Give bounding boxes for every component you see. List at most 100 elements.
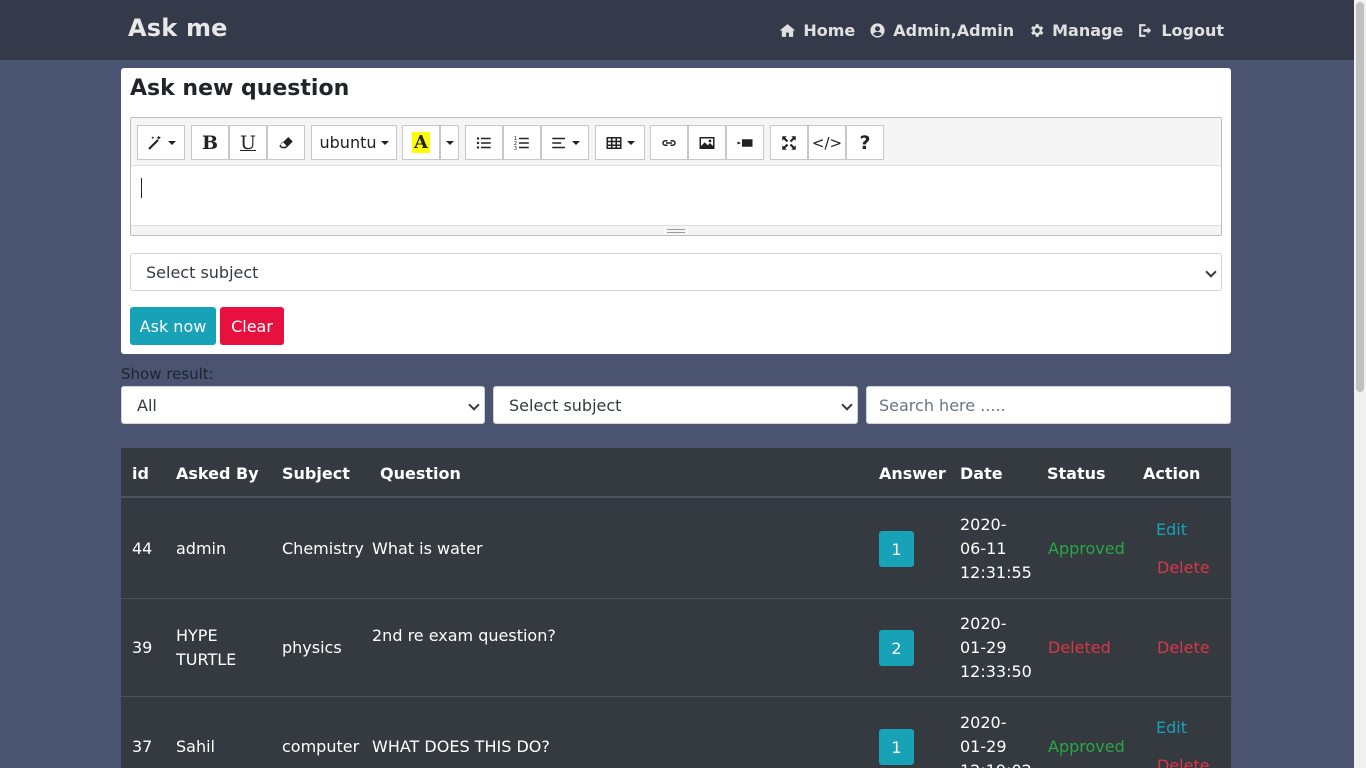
table-header: id Asked By Subject Question Answer Date… xyxy=(121,448,1231,498)
clear-button[interactable]: Clear xyxy=(220,307,284,345)
card-title: Ask new question xyxy=(130,76,350,101)
date-line: 2020- xyxy=(960,614,1007,633)
insert-video-button[interactable] xyxy=(726,125,764,160)
eraser-icon xyxy=(279,136,293,148)
cell-date: 2020- 06-11 12:31:55 xyxy=(960,513,1032,585)
paragraph-align-dropdown[interactable] xyxy=(541,125,589,160)
edit-link[interactable]: Edit xyxy=(1156,716,1187,740)
header-id: id xyxy=(132,464,149,483)
table-icon xyxy=(606,136,622,149)
delete-link[interactable]: Delete xyxy=(1157,636,1210,660)
header-action: Action xyxy=(1143,464,1201,483)
bold-button[interactable]: B xyxy=(191,125,229,160)
highlight-color-button[interactable]: A xyxy=(402,125,440,160)
cell-subject: physics xyxy=(282,638,342,657)
help-icon: ? xyxy=(859,131,871,154)
header-status: Status xyxy=(1047,464,1106,483)
grip-icon xyxy=(667,229,685,233)
questions-table: id Asked By Subject Question Answer Date… xyxy=(121,448,1231,768)
font-name-dropdown[interactable]: ubuntu xyxy=(311,125,397,160)
nav-manage[interactable]: Manage xyxy=(1028,21,1123,40)
status-filter-select[interactable]: All xyxy=(121,386,485,424)
picture-icon xyxy=(699,136,715,149)
text-cursor xyxy=(141,178,142,198)
ask-subject-select-value: Select subject xyxy=(146,262,259,282)
answer-count-badge[interactable]: 1 xyxy=(879,531,914,567)
numbered-list-icon: 123 xyxy=(514,136,529,151)
nav-logout[interactable]: Logout xyxy=(1137,21,1224,40)
code-icon: </> xyxy=(811,133,843,152)
brand-logo[interactable]: Ask me xyxy=(128,14,228,42)
user-circle-icon xyxy=(870,22,885,38)
fullscreen-icon xyxy=(782,135,796,150)
delete-link[interactable]: Delete xyxy=(1157,556,1210,580)
subject-filter-select[interactable]: Select subject xyxy=(493,386,858,424)
chevron-down-icon xyxy=(1205,266,1217,278)
date-line: 06-11 xyxy=(960,539,1007,558)
underline-button[interactable]: U xyxy=(229,125,267,160)
insert-link-button[interactable] xyxy=(650,125,688,160)
ask-subject-select[interactable]: Select subject xyxy=(130,253,1222,291)
underline-icon: U xyxy=(239,131,256,154)
answer-count-badge[interactable]: 2 xyxy=(879,630,914,666)
status-badge: Deleted xyxy=(1048,638,1111,657)
edit-link[interactable]: Edit xyxy=(1156,518,1187,542)
header-question: Question xyxy=(380,464,461,483)
cell-date: 2020- 01-29 12:19:02 xyxy=(960,711,1032,768)
editor-resize-handle[interactable] xyxy=(131,225,1221,235)
cell-subject: computer xyxy=(282,737,360,756)
date-line: 01-29 xyxy=(960,638,1007,657)
delete-link[interactable]: Delete xyxy=(1157,754,1210,768)
asked-by-line: HYPE xyxy=(176,626,218,645)
logout-icon xyxy=(1139,23,1152,37)
magic-wand-icon xyxy=(148,135,161,150)
ordered-list-button[interactable]: 123 xyxy=(503,125,541,160)
cell-asked-by: HYPE TURTLE xyxy=(176,624,236,672)
scrollbar-thumb[interactable] xyxy=(1356,2,1364,392)
nav-user-label: Admin,Admin xyxy=(893,20,1015,40)
nav-home[interactable]: Home xyxy=(779,21,855,40)
align-left-icon xyxy=(552,137,565,148)
gear-icon xyxy=(1031,23,1044,37)
cell-question: What is water xyxy=(372,539,483,558)
nav-user[interactable]: Admin,Admin xyxy=(869,21,1014,40)
table-row: 44 admin Chemistry What is water 1 2020-… xyxy=(121,499,1231,599)
date-line: 01-29 xyxy=(960,737,1007,756)
date-line: 12:31:55 xyxy=(960,563,1032,582)
header-asked-by: Asked By xyxy=(176,464,259,483)
header-answer: Answer xyxy=(879,464,946,483)
header-subject: Subject xyxy=(282,464,350,483)
search-input[interactable] xyxy=(866,386,1231,424)
unordered-list-button[interactable] xyxy=(465,125,503,160)
chevron-down-icon xyxy=(841,399,853,411)
cell-asked-by: admin xyxy=(176,539,227,558)
fullscreen-button[interactable] xyxy=(770,125,808,160)
help-button[interactable]: ? xyxy=(846,125,884,160)
date-line: 2020- xyxy=(960,713,1007,732)
home-icon xyxy=(780,23,796,37)
nav-logout-label: Logout xyxy=(1161,20,1224,40)
date-line: 12:19:02 xyxy=(960,759,1032,768)
clear-format-button[interactable] xyxy=(267,125,305,160)
editor-content-area[interactable] xyxy=(131,166,1221,226)
code-view-button[interactable]: </> xyxy=(808,125,846,160)
link-icon xyxy=(662,139,676,146)
status-badge: Approved xyxy=(1048,539,1125,558)
color-dropdown-button[interactable] xyxy=(440,125,459,160)
style-dropdown-button[interactable] xyxy=(137,125,185,160)
cell-date: 2020- 01-29 12:33:50 xyxy=(960,612,1032,684)
page-scrollbar[interactable] xyxy=(1354,0,1366,768)
insert-picture-button[interactable] xyxy=(688,125,726,160)
video-icon xyxy=(737,138,753,147)
subject-filter-value: Select subject xyxy=(509,395,622,415)
status-filter-value: All xyxy=(137,395,157,415)
font-name-label: ubuntu xyxy=(319,133,377,152)
table-dropdown-button[interactable] xyxy=(595,125,645,160)
table-row: 37 Sahil computer WHAT DOES THIS DO? 1 2… xyxy=(121,697,1231,768)
cell-asked-by: Sahil xyxy=(176,737,215,756)
ask-now-button[interactable]: Ask now xyxy=(130,307,216,345)
show-result-label: Show result: xyxy=(121,365,214,383)
cell-id: 39 xyxy=(132,638,153,657)
date-line: 2020- xyxy=(960,515,1007,534)
answer-count-badge[interactable]: 1 xyxy=(879,729,914,765)
